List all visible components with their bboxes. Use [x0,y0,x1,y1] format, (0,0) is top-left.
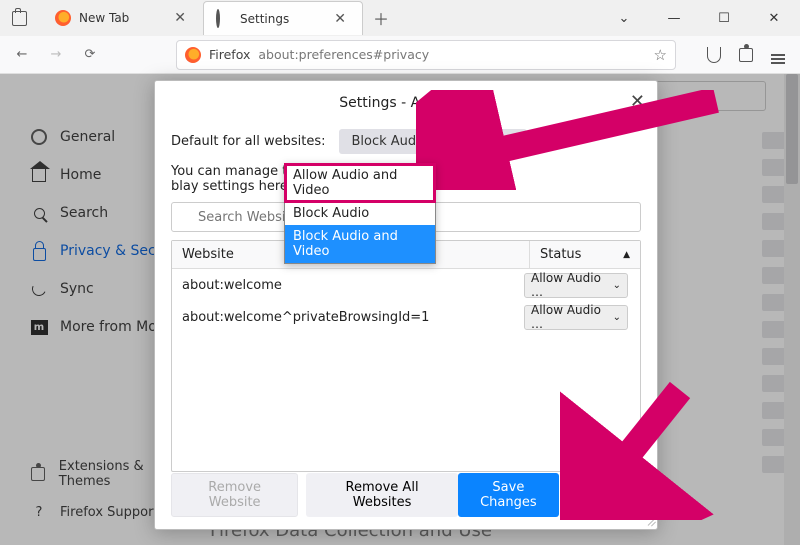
default-autoplay-dropdown[interactable]: Block Audio and Video ⌄ [339,129,527,154]
gear-icon [216,11,232,27]
tab-title: Settings [240,12,322,26]
shield-icon[interactable] [700,41,728,69]
save-changes-button[interactable]: Save Changes [458,473,559,517]
maximize-button[interactable]: ☐ [702,4,746,32]
dropdown-option-block-audio[interactable]: Block Audio [285,202,435,225]
dropdown-option-block-av[interactable]: Block Audio and Video [285,225,435,263]
autoplay-settings-dialog: Settings - Autoplay ✕ Default for all we… [154,80,658,530]
url-bar[interactable]: Firefox about:preferences#privacy ☆ [176,40,676,70]
remove-website-button[interactable]: Remove Website [171,473,298,517]
reload-button[interactable]: ⟳ [76,41,104,69]
forward-button[interactable]: → [42,41,70,69]
bookmark-star-icon[interactable]: ☆ [654,46,667,64]
url-prefix: Firefox [209,47,250,62]
row-status-dropdown[interactable]: Allow Audio … ⌄ [524,273,628,298]
row-status-dropdown[interactable]: Allow Audio … ⌄ [524,305,628,330]
tabs-dropdown-button[interactable]: ⌄ [602,4,646,32]
resize-grip[interactable] [641,513,655,527]
chevron-down-icon: ⌄ [613,280,621,291]
dialog-title: Settings - Autoplay [171,95,641,111]
chevron-down-icon: ⌄ [507,136,515,147]
dropdown-option-allow[interactable]: Allow Audio and Video [285,164,435,202]
remove-all-websites-button[interactable]: Remove All Websites [306,473,458,517]
sort-asc-icon: ▲ [623,250,630,260]
back-button[interactable]: ← [8,41,36,69]
nav-toolbar: ← → ⟳ Firefox about:preferences#privacy … [0,36,800,74]
cancel-button[interactable]: Cancel [567,473,641,517]
status-value: Allow Audio … [531,303,607,331]
table-row[interactable]: about:welcome Allow Audio … ⌄ [172,269,640,301]
row-site: about:welcome [178,278,524,293]
websites-table: Website Status ▲ about:welcome Allow Aud… [171,240,641,472]
table-row[interactable]: about:welcome^privateBrowsingId=1 Allow … [172,301,640,333]
tab-newtab[interactable]: New Tab ✕ [43,1,203,35]
close-icon[interactable]: ✕ [330,11,350,27]
close-icon[interactable]: ✕ [170,10,190,26]
tab-strip: New Tab ✕ Settings ✕ ＋ [43,0,399,36]
window-close-button[interactable]: ✕ [752,4,796,32]
app-menu-button[interactable] [764,41,792,69]
tab-settings[interactable]: Settings ✕ [203,1,363,35]
autoplay-dropdown-menu: Allow Audio and Video Block Audio Block … [284,163,436,264]
row-site: about:welcome^privateBrowsingId=1 [178,310,524,325]
firefox-icon [185,47,201,63]
status-value: Allow Audio … [531,271,607,299]
chevron-down-icon: ⌄ [613,312,621,323]
window-controls: ⌄ — ☐ ✕ [602,4,800,32]
column-status[interactable]: Status ▲ [530,247,640,262]
minimize-button[interactable]: — [652,4,696,32]
url-text: about:preferences#privacy [258,47,429,62]
tab-title: New Tab [79,11,162,25]
dialog-close-button[interactable]: ✕ [630,91,645,112]
extensions-icon[interactable] [732,41,760,69]
dropdown-value: Block Audio and Video [351,134,496,149]
new-tab-button[interactable]: ＋ [363,6,399,30]
titlebar: New Tab ✕ Settings ✕ ＋ ⌄ — ☐ ✕ [0,0,800,36]
recent-windows-icon[interactable] [12,11,27,26]
default-label: Default for all websites: [171,134,325,149]
firefox-icon [55,10,71,26]
